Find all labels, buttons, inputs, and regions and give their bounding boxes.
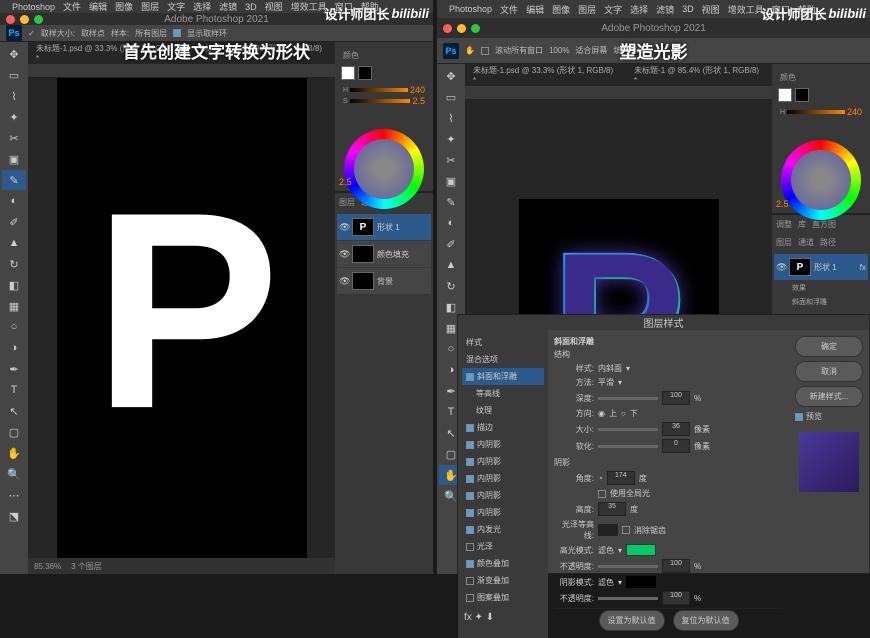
menu-image[interactable]: 图像 — [115, 0, 133, 13]
menu-filter[interactable]: 滤镜 — [219, 0, 237, 13]
menu-3d[interactable]: 3D — [245, 2, 257, 12]
layers-list: 👁 P 形状 1 👁 颜色填充 👁 背景 — [335, 211, 433, 297]
visibility-icon[interactable]: 👁 — [339, 276, 349, 287]
menu-photoshop[interactable]: Photoshop — [12, 2, 55, 12]
fx-settings: 斜面和浮雕 结构 样式:内斜面 ▾ 方法:平滑 ▾ 深度:100% 方向:◉上 … — [548, 330, 789, 638]
lasso-tool[interactable]: ⌇ — [439, 108, 463, 128]
menu-view[interactable]: 视图 — [265, 0, 283, 13]
more-tool[interactable]: ⋯ — [2, 485, 26, 505]
history-brush-tool[interactable]: ↻ — [439, 276, 463, 296]
minimize-icon[interactable] — [20, 15, 29, 24]
eyedropper-tool[interactable]: ✎ — [2, 170, 26, 190]
caption-overlay: 首先创建文字转换为形状 — [123, 38, 310, 63]
color-wheel[interactable] — [781, 140, 861, 220]
crop-tool[interactable]: ✂ — [2, 128, 26, 148]
shape-p: P — [93, 151, 270, 472]
visibility-icon[interactable]: 👁 — [339, 249, 349, 260]
window-title: Adobe Photoshop 2021 — [164, 14, 269, 25]
heal-tool[interactable]: ◐ — [2, 191, 26, 211]
statusbar: 85.36% 3 个图层 — [28, 558, 335, 574]
fg-swatch[interactable] — [341, 66, 355, 80]
menu-file[interactable]: 文件 — [63, 0, 81, 13]
blur-tool[interactable]: ○ — [2, 317, 26, 337]
hand-tool[interactable]: ✋ — [2, 443, 26, 463]
zoom-tool[interactable]: 🔍 — [2, 464, 26, 484]
doc-info: 3 个图层 — [71, 561, 102, 572]
eraser-tool[interactable]: ◧ — [2, 275, 26, 295]
layer-row[interactable]: 👁 P 形状 1 fx — [774, 254, 868, 280]
frame-tool[interactable]: ▣ — [2, 149, 26, 169]
eyedropper-icon: ✓ — [28, 29, 35, 38]
set-default-button[interactable]: 设置为默认值 — [599, 610, 665, 631]
pen-tool[interactable]: ✒ — [2, 359, 26, 379]
caption-overlay: 塑造光影 — [620, 38, 688, 63]
path-tool[interactable]: ↖ — [2, 401, 26, 421]
color-panel: 颜色 H240 2.5 — [772, 64, 870, 214]
ps-home-icon[interactable]: Ps — [443, 43, 459, 59]
gradient-tool[interactable]: ▦ — [2, 296, 26, 316]
layer-row[interactable]: 👁 背景 — [337, 268, 431, 294]
panels: 颜色 H240 S2.5 2.5 图层 通道 路径 — [335, 42, 433, 574]
stamp-tool[interactable]: ▲ — [2, 233, 26, 253]
dodge-tool[interactable]: ◑ — [2, 338, 26, 358]
close-icon[interactable] — [6, 15, 15, 24]
stamp-tool[interactable]: ▲ — [439, 255, 463, 275]
eyedropper-tool[interactable]: ✎ — [439, 192, 463, 212]
type-tool[interactable]: T — [2, 380, 26, 400]
shape-tool[interactable]: ▢ — [2, 422, 26, 442]
watermark: 设计师团长bilibili — [761, 4, 866, 23]
new-style-button[interactable]: 新建样式... — [795, 386, 863, 407]
menu-layer[interactable]: 图层 — [141, 0, 159, 13]
zoom-level[interactable]: 85.36% — [34, 562, 61, 571]
maximize-icon[interactable] — [34, 15, 43, 24]
menu-select[interactable]: 选择 — [193, 0, 211, 13]
brush-tool[interactable]: ✐ — [2, 212, 26, 232]
menu-edit[interactable]: 编辑 — [89, 0, 107, 13]
frame-tool[interactable]: ▣ — [439, 171, 463, 191]
wand-tool[interactable]: ✦ — [2, 107, 26, 127]
fx-list: 样式 混合选项 斜面和浮雕 等高线 纹理 描边 内阴影 内阴影 内阴影 内阴影 … — [458, 330, 548, 638]
move-tool[interactable]: ✥ — [439, 66, 463, 86]
menu-type[interactable]: 文字 — [167, 0, 185, 13]
ok-button[interactable]: 确定 — [795, 336, 863, 357]
watermark: 设计师团长 bilibili — [324, 4, 429, 23]
lasso-tool[interactable]: ⌇ — [2, 86, 26, 106]
move-tool[interactable]: ✥ — [2, 44, 26, 64]
fx-preview — [799, 432, 859, 492]
reset-default-button[interactable]: 复位为默认值 — [673, 610, 739, 631]
layer-style-dialog: 图层样式 样式 混合选项 斜面和浮雕 等高线 纹理 描边 内阴影 内阴影 内阴影… — [457, 314, 870, 574]
layer-row[interactable]: 👁 P 形状 1 — [337, 214, 431, 240]
photoshop-window-right: Photoshop 文件 编辑 图像 图层 文字 选择 滤镜 3D 视图 增效工… — [437, 0, 870, 574]
menu-plugins[interactable]: 增效工具 — [291, 0, 327, 13]
canvas-area: 未标题-1.psd @ 33.3% (形状 1, RGB/8) * 未标题-1 … — [28, 42, 335, 574]
color-panel: 颜色 H240 S2.5 2.5 — [335, 42, 433, 192]
canvas[interactable]: P — [57, 78, 307, 558]
fx-bevel[interactable]: 斜面和浮雕 — [462, 368, 544, 385]
bg-swatch[interactable] — [358, 66, 372, 80]
history-brush-tool[interactable]: ↻ — [2, 254, 26, 274]
photoshop-window-left: Photoshop 文件 编辑 图像 图层 文字 选择 滤镜 3D 视图 增效工… — [0, 0, 433, 574]
wand-tool[interactable]: ✦ — [439, 129, 463, 149]
checkbox[interactable] — [173, 29, 181, 37]
heal-tool[interactable]: ◐ — [439, 213, 463, 233]
tools-panel: ✥ ▭ ⌇ ✦ ✂ ▣ ✎ ◐ ✐ ▲ ↻ ◧ ▦ ○ ◑ ✒ T ↖ ▢ ✋ … — [0, 42, 28, 574]
crop-tool[interactable]: ✂ — [439, 150, 463, 170]
ps-home-icon[interactable]: Ps — [6, 25, 22, 41]
ruler — [28, 64, 335, 78]
marquee-tool[interactable]: ▭ — [439, 87, 463, 107]
dialog-title: 图层样式 — [458, 315, 869, 330]
marquee-tool[interactable]: ▭ — [2, 65, 26, 85]
dialog-buttons: 确定 取消 新建样式... 预览 — [789, 330, 869, 638]
window-controls — [6, 15, 43, 24]
color-swap-icon[interactable]: ⬔ — [2, 506, 26, 526]
cancel-button[interactable]: 取消 — [795, 361, 863, 382]
color-wheel[interactable] — [344, 129, 424, 209]
brush-tool[interactable]: ✐ — [439, 234, 463, 254]
highlight-color[interactable] — [626, 544, 656, 556]
hand-icon: ✋ — [465, 46, 475, 55]
visibility-icon[interactable]: 👁 — [339, 222, 349, 233]
layer-row[interactable]: 👁 颜色填充 — [337, 241, 431, 267]
